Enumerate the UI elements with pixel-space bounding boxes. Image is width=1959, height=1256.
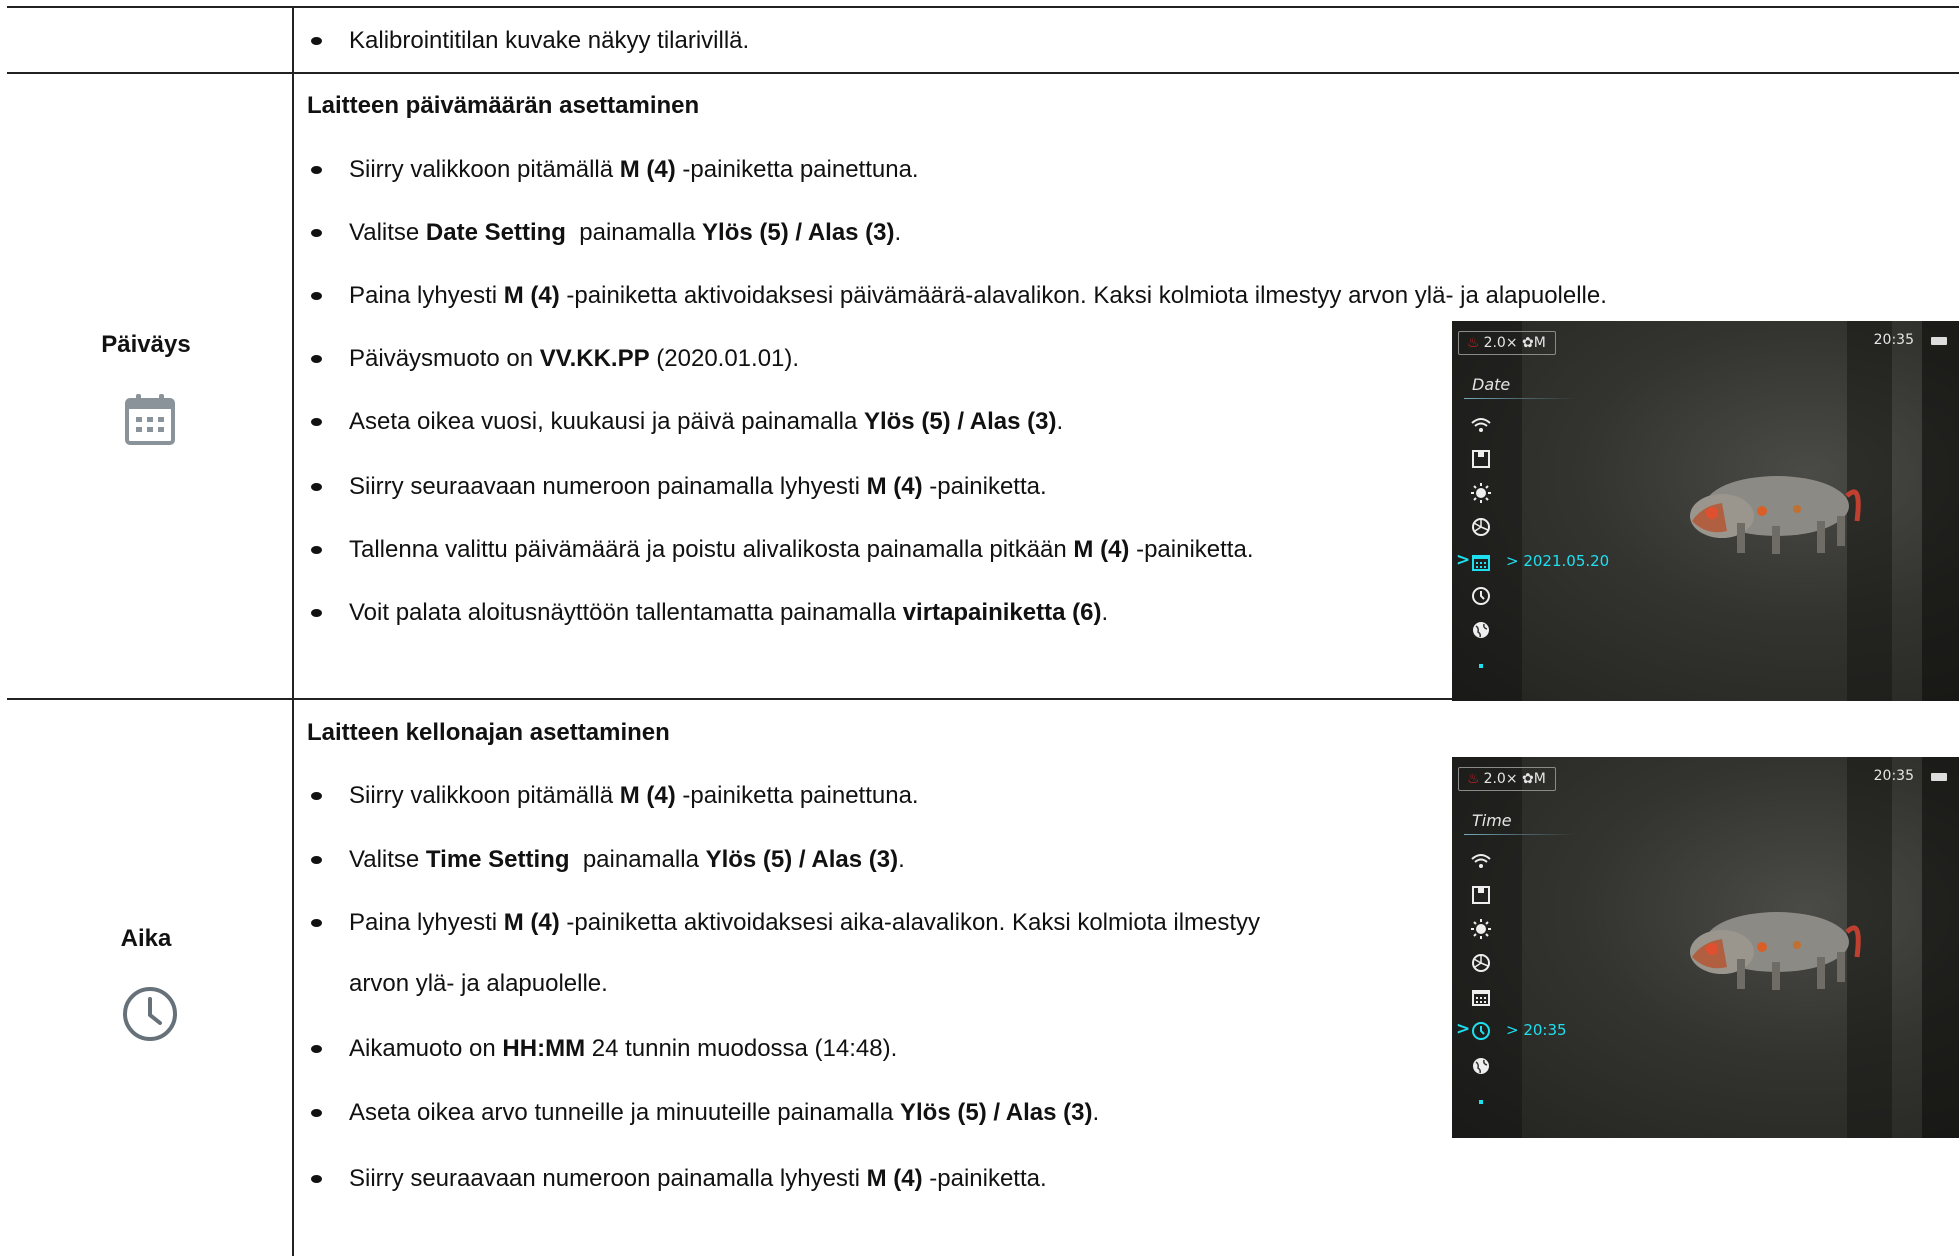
selected-value[interactable]: > 2021.05.20 [1506,552,1609,570]
selection-arrow: > [1456,1019,1471,1039]
picture-mode-icon [1472,450,1490,468]
wifi-icon [1471,854,1491,868]
status-box: ♨ 2.0× ✿M [1458,331,1556,355]
section-label-time: Aika [120,925,172,952]
section-heading-time: Laitteen kellonajan asettaminen [307,719,670,746]
section-label-date: Päiväys [101,331,191,358]
device-screen-date: ♨ 2.0× ✿M 20:35 Date > > 2021.05.20 [1452,321,1959,701]
selection-arrow: > [1456,550,1471,570]
list-item: Päiväysmuoto on VV.KK.PP (2020.01.01). [349,345,800,372]
bullet [311,1109,322,1117]
calendar-icon [1472,990,1490,1006]
bullet [311,919,322,927]
list-item: Aseta oikea vuosi, kuukausi ja päivä pai… [349,408,1064,435]
wifi-icon [1471,418,1491,432]
language-icon [1473,1058,1489,1074]
bullet [311,1175,322,1183]
list-item: Kalibrointitilan kuvake näkyy tilarivill… [349,27,750,54]
list-item: Voit palata aloitusnäyttöön tallentamatt… [349,599,1109,626]
list-item: Paina lyhyesti M (4) -painiketta aktivoi… [349,282,1607,309]
clock-readout: 20:35 [1873,768,1914,784]
list-item: Siirry seuraavaan numeroon painamalla ly… [349,473,1047,500]
menu-underline [1464,398,1576,399]
scroll-indicator [1479,1100,1483,1104]
list-item: Aikamuoto on HH:MM 24 tunnin muodossa (1… [349,1035,898,1062]
brightness-icon [1471,483,1491,503]
list-item: Tallenna valittu päivämäärä ja poistu al… [349,536,1254,563]
battery-icon [1931,337,1947,345]
list-item: Paina lyhyesti M (4) -painiketta aktivoi… [349,909,1261,936]
list-item: Siirry valikkoon pitämällä M (4) -painik… [349,782,919,809]
bullet [311,609,322,617]
zoom-readout: 2.0× [1483,335,1518,351]
mode-readout: M [1533,335,1546,351]
mode-readout: M [1533,771,1546,787]
brightness-icon [1471,919,1491,939]
list-item: Aseta oikea arvo tunneille ja minuuteill… [349,1099,1100,1126]
picture-mode-icon [1472,886,1490,904]
menu-title: Time [1472,811,1512,830]
battery-icon [1931,773,1947,781]
list-item: Valitse Date Setting painamalla Ylös (5)… [349,219,902,246]
menu-underline [1464,834,1576,835]
table-rule-top [7,6,1959,8]
menu-title: Date [1472,375,1511,394]
wild-boar-thermal-image [1690,476,1861,554]
language-icon [1473,622,1489,638]
clock-readout: 20:35 [1873,332,1914,348]
bullet [311,856,322,864]
list-item: Siirry seuraavaan numeroon painamalla ly… [349,1165,1047,1192]
table-rule-1 [7,72,1959,74]
zoom-readout: 2.0× [1483,771,1518,787]
clock-icon [123,987,177,1041]
bullet [311,229,322,237]
bullet [311,483,322,491]
clock-icon [1472,587,1490,605]
bullet [311,546,322,554]
bullet [311,37,322,45]
status-box: ♨ 2.0× ✿M [1458,767,1556,791]
bullet [311,418,322,426]
clock-icon [1472,1022,1490,1040]
list-item-continuation: arvon ylä- ja alapuolelle. [349,970,608,997]
section-heading-date: Laitteen päivämäärän asettaminen [307,92,700,119]
device-screen-time: ♨ 2.0× ✿M 20:35 Time > > 20:35 [1452,757,1959,1138]
manual-page: Kalibrointitilan kuvake näkyy tilarivill… [0,0,1959,1256]
palette-icon [1472,518,1490,536]
list-item: Valitse Time Setting painamalla Ylös (5)… [349,846,905,873]
table-column-divider [292,6,294,1256]
scroll-indicator [1479,664,1483,668]
calendar-icon [125,394,175,445]
palette-icon [1472,954,1490,972]
wild-boar-thermal-image [1690,912,1861,990]
bullet [311,292,322,300]
list-item: Siirry valikkoon pitämällä M (4) -painik… [349,156,919,183]
bullet [311,792,322,800]
calendar-icon [1472,555,1490,571]
bullet [311,355,322,363]
bullet [311,166,322,174]
selected-value[interactable]: > 20:35 [1506,1021,1567,1039]
bullet [311,1045,322,1053]
